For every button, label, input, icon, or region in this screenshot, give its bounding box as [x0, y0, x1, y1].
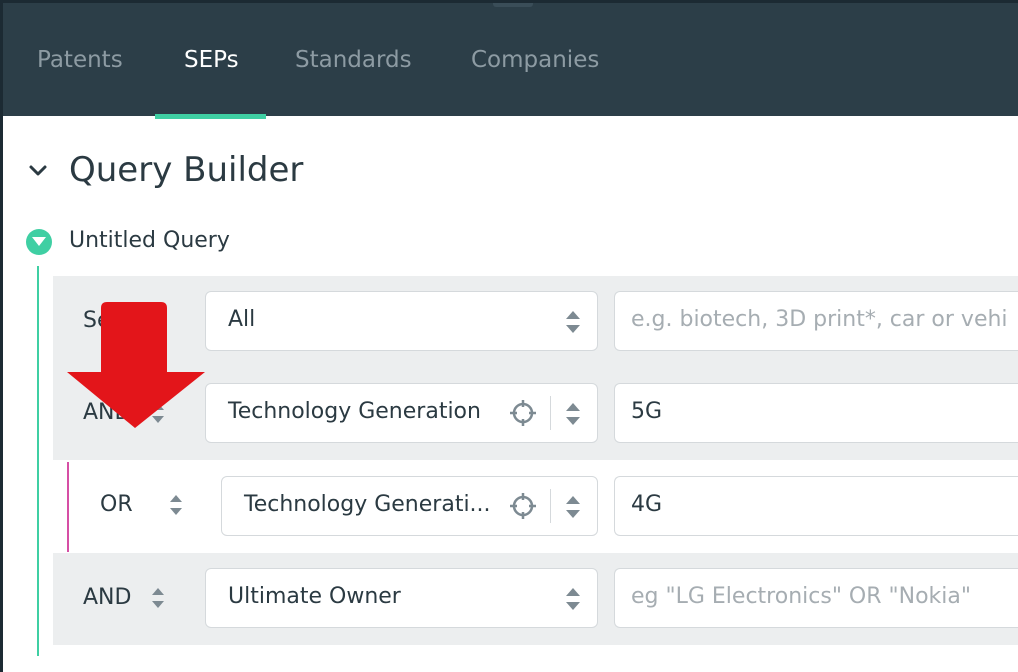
tab-standards[interactable]: Standards [295, 47, 412, 73]
up-down-arrows-icon [566, 403, 580, 425]
field-select[interactable]: Technology Generation [205, 383, 598, 443]
red-down-arrow-icon [67, 302, 205, 428]
active-tab-indicator [155, 114, 266, 119]
search-value-input[interactable]: e.g. biotech, 3D print*, car or vehi [614, 291, 1018, 351]
search-value-placeholder: e.g. biotech, 3D print*, car or vehi [631, 307, 1008, 332]
search-value-input[interactable]: eg "LG Electronics" OR "Nokia" [614, 568, 1018, 628]
crosshair-icon[interactable] [508, 491, 538, 521]
tab-patents[interactable]: Patents [37, 47, 123, 73]
search-value-text: 4G [631, 492, 663, 517]
field-select-value: All [228, 307, 256, 332]
up-down-arrows-icon[interactable] [150, 586, 166, 610]
up-down-arrows-icon [566, 588, 580, 610]
tab-companies[interactable]: Companies [471, 47, 599, 73]
search-value-input[interactable]: 4G [614, 476, 1018, 536]
top-nav: Patents SEPs Standards Companies [3, 0, 1018, 119]
field-select-value: Technology Generation [228, 399, 481, 424]
row-operator-or[interactable]: OR [100, 492, 133, 517]
query-name[interactable]: Untitled Query [69, 228, 230, 253]
select-divider [550, 489, 551, 523]
field-select[interactable]: Technology Generati... [221, 476, 598, 536]
search-value-placeholder: eg "LG Electronics" OR "Nokia" [631, 584, 972, 609]
up-down-arrows-icon[interactable] [168, 493, 184, 517]
chevron-down-icon[interactable] [27, 160, 49, 182]
top-notch [493, 3, 533, 7]
up-down-arrows-icon [566, 496, 580, 518]
tab-seps[interactable]: SEPs [184, 47, 239, 73]
search-value-text: 5G [631, 399, 663, 424]
search-value-input[interactable]: 5G [614, 383, 1018, 443]
caret-down-circle-icon[interactable] [26, 229, 52, 255]
field-select[interactable]: All [205, 291, 598, 351]
select-divider [550, 396, 551, 430]
crosshair-icon[interactable] [508, 398, 538, 428]
field-select-value: Technology Generati... [244, 492, 491, 517]
page-title: Query Builder [69, 150, 304, 190]
app-frame: Patents SEPs Standards Companies Query B… [0, 0, 1018, 672]
up-down-arrows-icon [566, 311, 580, 333]
nested-group-line [67, 462, 69, 552]
field-select[interactable]: Ultimate Owner [205, 568, 598, 628]
field-select-value: Ultimate Owner [228, 584, 401, 609]
query-tree-line [37, 266, 39, 656]
row-operator-and[interactable]: AND [83, 585, 131, 610]
